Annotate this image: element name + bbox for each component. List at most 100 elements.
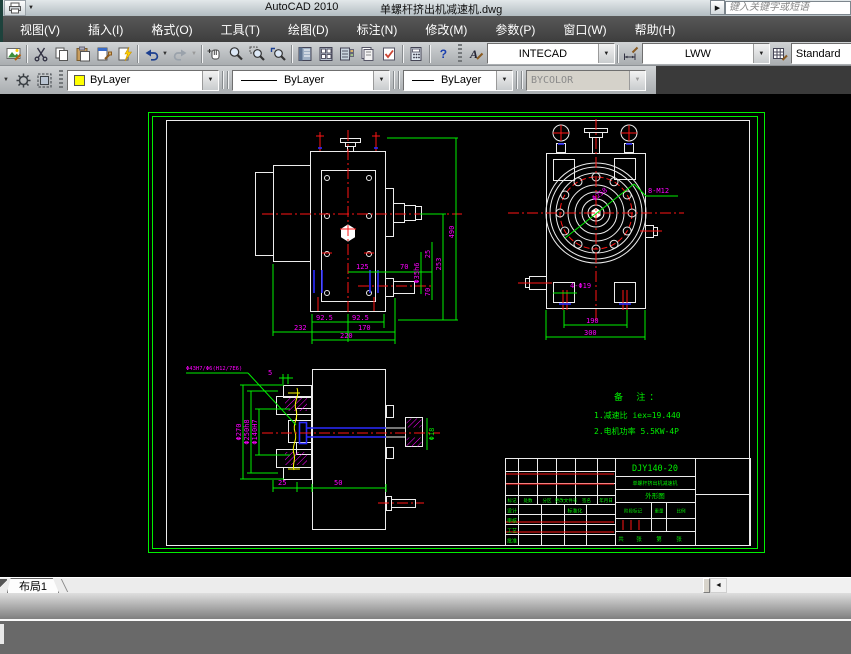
undo-dropdown-icon[interactable]: ▼	[162, 51, 168, 57]
svg-text:92.5: 92.5	[352, 314, 369, 322]
scrollbar-splitter-handle[interactable]	[703, 578, 710, 593]
linetype-dropdown-icon[interactable]: ▼	[373, 71, 389, 90]
standard-toolbar: ▼ ▼ ? A INTECAD ▼ LWW ▼ Standard	[0, 42, 851, 66]
drawing-area[interactable]: 92.5 92.5 232 170 220 125 70 Φ35h6 25 70…	[0, 94, 851, 577]
table-style-icon[interactable]	[770, 44, 791, 64]
view-section: Φ43H7/Φ6(H12/7E6) 5 Φ270 Φ250h8 Φ140H7 2…	[186, 366, 440, 530]
svg-text:Φ18: Φ18	[428, 428, 436, 441]
layer-properties-icon[interactable]	[13, 70, 34, 90]
menu-window[interactable]: 窗口(W)	[549, 21, 620, 38]
layer-states-icon[interactable]	[34, 70, 55, 90]
svg-text:1.减速比 iex=19.440: 1.减速比 iex=19.440	[594, 410, 681, 420]
linetype-combo[interactable]: ByLayer ▼	[232, 70, 390, 91]
svg-text:Φ43H7/Φ6(H12/7E6): Φ43H7/Φ6(H12/7E6)	[186, 366, 242, 372]
svg-text:批准: 批准	[507, 538, 517, 545]
lineweight-dropdown-icon[interactable]: ▼	[496, 71, 512, 90]
svg-text:Φ250h8: Φ250h8	[243, 419, 251, 444]
table-style-combo[interactable]: Standard ▼	[791, 43, 851, 64]
qat-dropdown-icon[interactable]: ▼	[28, 5, 34, 11]
svg-text:Φ140H7: Φ140H7	[251, 419, 259, 444]
svg-text:重量: 重量	[655, 508, 664, 515]
match-properties-icon[interactable]	[93, 44, 114, 64]
properties-toolbar-row: ▼ ByLayer ▼ ByLayer ▼ ByLayer ▼	[0, 66, 851, 94]
text-style-combo[interactable]: INTECAD ▼	[487, 43, 615, 64]
copy-icon[interactable]	[51, 44, 72, 64]
quick-access-toolbar: ▼	[4, 0, 34, 15]
markup-manager-icon[interactable]	[379, 44, 400, 64]
autocad-window: ▼ AutoCAD 2010 单螺杆挤出机减速机.dwg ▶ 视图(V) 插入(…	[0, 0, 851, 654]
plot-quick-button[interactable]	[4, 0, 26, 16]
toolbar-grip[interactable]	[59, 70, 63, 90]
menu-help[interactable]: 帮助(H)	[621, 21, 690, 38]
color-value: ByLayer	[90, 74, 202, 86]
linetype-sample-icon	[241, 80, 277, 81]
svg-text:单螺杆挤出机减速机: 单螺杆挤出机减速机	[632, 480, 677, 487]
infocenter-arrow-icon[interactable]: ▶	[710, 0, 725, 15]
dim-style-dropdown-icon[interactable]: ▼	[753, 44, 769, 63]
designcenter-icon[interactable]	[316, 44, 337, 64]
redo-dropdown-icon[interactable]: ▼	[191, 51, 197, 57]
menu-modify[interactable]: 修改(M)	[411, 21, 481, 38]
svg-text:外形图: 外形图	[645, 491, 665, 500]
command-window-grip[interactable]	[0, 593, 851, 619]
menu-insert[interactable]: 插入(I)	[74, 21, 137, 38]
window-left-edge	[0, 0, 3, 42]
help-icon[interactable]: ?	[433, 44, 454, 64]
search-input[interactable]	[725, 1, 851, 15]
menu-tools[interactable]: 工具(T)	[207, 21, 274, 38]
svg-text:50: 50	[334, 479, 342, 487]
scroll-left-button[interactable]: ◄	[710, 578, 727, 593]
menu-draw[interactable]: 绘图(D)	[274, 21, 343, 38]
menu-dimension[interactable]: 标注(N)	[343, 21, 412, 38]
dim-style-icon[interactable]	[621, 44, 642, 64]
tool-palettes-icon[interactable]	[337, 44, 358, 64]
menu-format[interactable]: 格式(O)	[137, 21, 206, 38]
lineweight-sample-icon	[412, 80, 434, 81]
color-combo[interactable]: ByLayer ▼	[67, 70, 219, 91]
undo-icon[interactable]	[141, 44, 162, 64]
svg-text:300: 300	[584, 329, 597, 337]
clipped-dropdown-icon[interactable]: ▼	[3, 77, 9, 83]
drawing-canvas[interactable]: 92.5 92.5 232 170 220 125 70 Φ35h6 25 70…	[0, 94, 851, 577]
svg-text:工艺: 工艺	[507, 529, 517, 535]
toolbar-grip[interactable]	[458, 44, 462, 64]
svg-text:共: 共	[618, 535, 624, 543]
quickcalc-icon[interactable]	[406, 44, 427, 64]
svg-text:更改文件号: 更改文件号	[555, 497, 578, 504]
zoom-previous-icon[interactable]	[268, 44, 289, 64]
color-dropdown-icon[interactable]: ▼	[202, 71, 218, 90]
command-window-area[interactable]	[0, 621, 851, 654]
infocenter: ▶	[710, 0, 851, 15]
layers-properties-toolbar: ▼ ByLayer ▼ ByLayer ▼ ByLayer ▼	[0, 66, 656, 94]
command-window-edge	[0, 624, 4, 644]
dim-style-value: LWW	[643, 48, 753, 60]
cut-icon[interactable]	[30, 44, 51, 64]
zoom-realtime-icon[interactable]	[226, 44, 247, 64]
svg-text:比例: 比例	[677, 508, 686, 515]
tab-strip-corner	[0, 579, 7, 592]
lineweight-value: ByLayer	[441, 74, 496, 86]
svg-text:5: 5	[268, 369, 272, 377]
text-style-dropdown-icon[interactable]: ▼	[598, 44, 614, 63]
new-drawing-icon[interactable]	[3, 44, 24, 64]
lineweight-combo[interactable]: ByLayer ▼	[403, 70, 513, 91]
svg-text:DJY140-20: DJY140-20	[632, 464, 678, 474]
title-block: DJY140-20 单螺杆挤出机减速机 外形图 标记 处数 分区 更改文件号 签…	[506, 459, 751, 546]
zoom-window-icon[interactable]	[247, 44, 268, 64]
horizontal-scrollbar[interactable]: ◄	[703, 577, 851, 593]
menu-parametric[interactable]: 参数(P)	[481, 21, 549, 38]
menu-view[interactable]: 视图(V)	[6, 21, 74, 38]
sheetset-manager-icon[interactable]	[358, 44, 379, 64]
tab-layout1[interactable]: 布局1	[7, 578, 59, 593]
redo-icon[interactable]	[170, 44, 191, 64]
svg-text:Φ270: Φ270	[235, 424, 243, 441]
dim-style-combo[interactable]: LWW ▼	[642, 43, 770, 64]
plot-style-combo: BYCOLOR ▼	[526, 70, 646, 91]
paste-icon[interactable]	[72, 44, 93, 64]
text-style-icon[interactable]: A	[466, 44, 487, 64]
text-style-value: INTECAD	[488, 48, 598, 60]
update-fields-icon[interactable]	[114, 44, 135, 64]
svg-text:张: 张	[676, 535, 682, 543]
pan-icon[interactable]	[205, 44, 226, 64]
properties-palette-icon[interactable]	[295, 44, 316, 64]
